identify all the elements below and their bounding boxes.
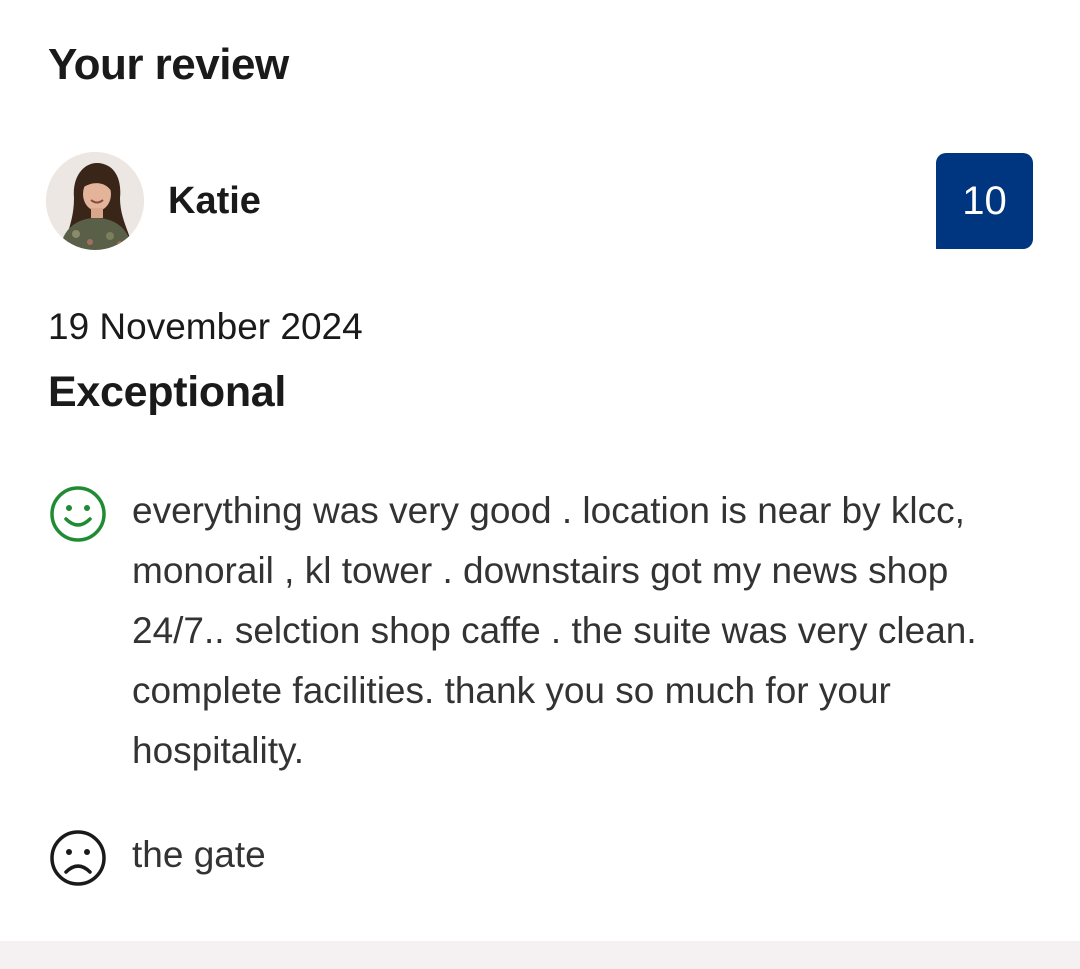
sad-face-icon — [50, 830, 106, 886]
review-date: 19 November 2024 — [48, 306, 363, 347]
avatar — [46, 152, 144, 250]
positive-comment: everything was very good . location is n… — [48, 484, 1032, 781]
negative-comment: the gate — [48, 828, 1032, 888]
section-heading: Your review — [48, 40, 289, 89]
avatar-photo — [46, 152, 144, 250]
reviewer-info: Katie — [46, 152, 261, 250]
positive-comment-text: everything was very good . location is n… — [132, 490, 977, 771]
reviewer-name: Katie — [168, 179, 261, 222]
section-divider — [0, 941, 1080, 969]
review-card: Your review Katie 10 19 November 2024 Ex… — [0, 0, 1080, 969]
score-badge: 10 — [936, 153, 1033, 249]
smiley-face-icon — [50, 486, 106, 542]
review-title: Exceptional — [48, 368, 287, 416]
negative-comment-text: the gate — [132, 834, 266, 875]
